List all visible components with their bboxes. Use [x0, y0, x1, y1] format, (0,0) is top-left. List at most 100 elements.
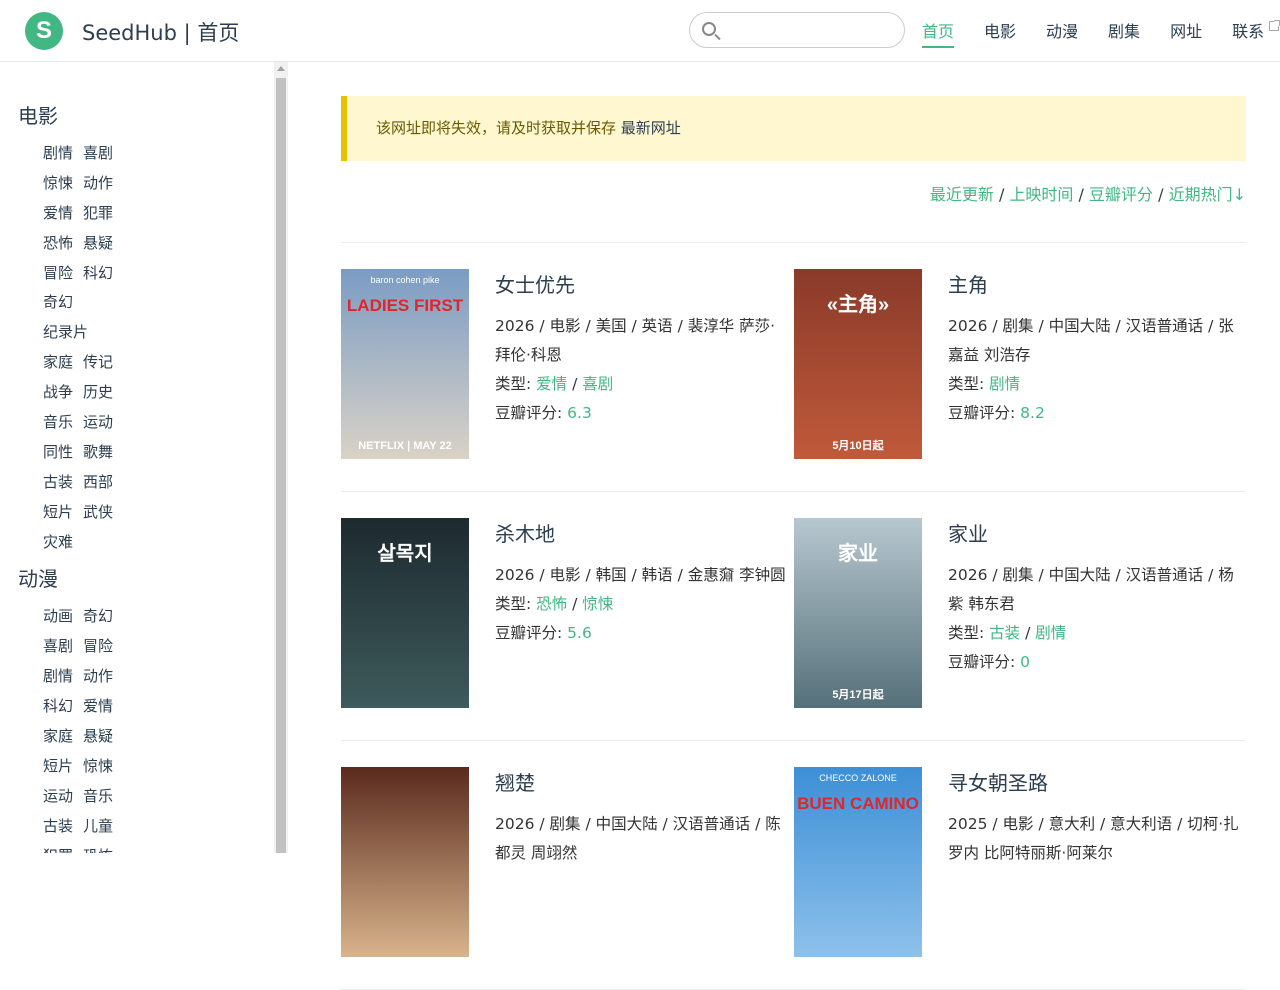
genre-label: 类型: — [495, 375, 537, 393]
sidebar-genre-link[interactable]: 动画 — [43, 607, 73, 625]
sidebar-genre-link[interactable]: 冒险 — [83, 637, 113, 655]
sidebar-genre-link[interactable]: 爱情 — [83, 697, 113, 715]
sidebar-genre-link[interactable]: 家庭 — [43, 353, 73, 371]
scroll-thumb[interactable] — [276, 78, 286, 853]
sidebar-genre-link[interactable]: 冒险 — [43, 264, 73, 282]
site-title[interactable]: SeedHub | 首页 — [82, 17, 239, 47]
sidebar-genre-link[interactable]: 悬疑 — [83, 234, 113, 252]
sidebar-genre-link[interactable]: 犯罪 — [83, 204, 113, 222]
notice-link[interactable]: 最新网址 — [621, 119, 681, 137]
poster-image[interactable] — [341, 767, 469, 957]
sidebar-genre-link[interactable]: 灾难 — [43, 533, 73, 551]
sidebar-genre-link[interactable]: 古装 — [43, 817, 73, 835]
sidebar-genre-link[interactable]: 武侠 — [83, 503, 113, 521]
sidebar-genre-link[interactable]: 悬疑 — [83, 727, 113, 745]
poster-art: CHECCO ZALONE BUEN CAMINO — [794, 767, 922, 957]
sidebar-genre-link[interactable]: 传记 — [83, 353, 113, 371]
sidebar-genre-link[interactable]: 短片 — [43, 503, 73, 521]
sidebar-row: 纪录片 — [43, 318, 287, 348]
sidebar-genre-link[interactable]: 战争 — [43, 383, 73, 401]
sidebar-genre-link[interactable]: 运动 — [43, 787, 73, 805]
sidebar-row: 短片 惊悚 — [43, 752, 287, 782]
genre-label: 类型: — [495, 595, 537, 613]
poster-art: 家业 5月17日起 — [794, 518, 922, 708]
genre-link[interactable]: 爱情 — [536, 375, 567, 393]
sidebar-genre-link[interactable]: 惊悚 — [83, 757, 113, 775]
sidebar-genre-link[interactable]: 恐怖 — [43, 234, 73, 252]
nav-series[interactable]: 剧集 — [1108, 18, 1140, 48]
sidebar-row: 灾难 — [43, 528, 287, 558]
genre-link[interactable]: 剧情 — [989, 375, 1020, 393]
nav-home[interactable]: 首页 — [922, 18, 955, 48]
media-meta: 2026 / 剧集 / 中国大陆 / 汉语普通话 / 杨紫 韩东君 — [948, 566, 1234, 613]
rating-value: 0 — [1020, 653, 1031, 671]
genre-link[interactable]: 惊悚 — [582, 595, 613, 613]
sidebar-heading-movies[interactable]: 电影 — [18, 100, 287, 129]
sidebar-genre-link[interactable]: 儿童 — [83, 817, 113, 835]
sidebar-scrollbar[interactable] — [274, 62, 288, 853]
sidebar-row: 惊悚 动作 — [43, 169, 287, 199]
media-title[interactable]: 家业 — [948, 518, 1242, 547]
poster-image[interactable]: 家业 5月17日起 — [794, 518, 922, 708]
genre-link[interactable]: 古装 — [989, 624, 1020, 642]
poster-image[interactable]: «主角» 5月10日起 — [794, 269, 922, 459]
media-genres: 类型: 古装 / 剧情 — [948, 619, 1242, 648]
sidebar-genre-link[interactable]: 喜剧 — [83, 144, 113, 162]
nav-anime[interactable]: 动漫 — [1046, 18, 1078, 48]
sidebar-genre-link[interactable]: 奇幻 — [83, 607, 113, 625]
sidebar-genre-link[interactable]: 恐怖 — [83, 847, 113, 853]
sort-option[interactable]: 近期热门↓ — [1169, 185, 1246, 204]
sidebar-genre-link[interactable]: 动作 — [83, 667, 113, 685]
sidebar-genre-link[interactable]: 纪录片 — [43, 323, 88, 341]
sidebar-genre-link[interactable]: 惊悚 — [43, 174, 73, 192]
poster-image[interactable]: baron cohen pike LADIES FIRST NETFLIX | MA… — [341, 269, 469, 459]
sidebar-row: 运动 音乐 — [43, 782, 287, 812]
sidebar-genre-link[interactable]: 剧情 — [43, 667, 73, 685]
nav-sites[interactable]: 网址 — [1170, 18, 1202, 48]
sidebar-genre-link[interactable]: 运动 — [83, 413, 113, 431]
media-title[interactable]: 寻女朝圣路 — [948, 767, 1242, 796]
sidebar-genre-link[interactable]: 短片 — [43, 757, 73, 775]
sort-option[interactable]: 最近更新 — [930, 185, 994, 204]
sidebar-genre-link[interactable]: 音乐 — [43, 413, 73, 431]
nav-contact[interactable]: 联系 — [1232, 18, 1280, 48]
sidebar-genre-link[interactable]: 西部 — [83, 473, 113, 491]
poster-image[interactable]: 살목지 — [341, 518, 469, 708]
rating-value: 5.6 — [567, 624, 592, 642]
sidebar-genre-link[interactable]: 家庭 — [43, 727, 73, 745]
sidebar-genre-link[interactable]: 同性 — [43, 443, 73, 461]
poster-art: baron cohen pike LADIES FIRST NETFLIX | MA… — [341, 269, 469, 459]
scroll-up-arrow-icon[interactable] — [277, 66, 285, 71]
sidebar-genre-link[interactable]: 科幻 — [83, 264, 113, 282]
media-title[interactable]: 翘楚 — [495, 767, 789, 796]
site-logo[interactable]: S — [25, 12, 63, 50]
sidebar-genre-link[interactable]: 歌舞 — [83, 443, 113, 461]
external-link-icon — [1269, 20, 1280, 31]
genre-link[interactable]: 恐怖 — [536, 595, 567, 613]
sidebar-row: 家庭 传记 — [43, 348, 287, 378]
media-rating: 豆瓣评分: 5.6 — [495, 619, 789, 648]
sidebar-genre-link[interactable]: 历史 — [83, 383, 113, 401]
sidebar-genre-link[interactable]: 喜剧 — [43, 637, 73, 655]
sidebar-genre-link[interactable]: 奇幻 — [43, 293, 73, 311]
sidebar-genre-link[interactable]: 犯罪 — [43, 847, 73, 853]
sidebar-genre-link[interactable]: 音乐 — [83, 787, 113, 805]
sidebar-genre-link[interactable]: 爱情 — [43, 204, 73, 222]
poster-image[interactable]: CHECCO ZALONE BUEN CAMINO — [794, 767, 922, 957]
rating-value: 8.2 — [1020, 404, 1045, 422]
sidebar-genre-link[interactable]: 动作 — [83, 174, 113, 192]
sidebar-genre-link[interactable]: 古装 — [43, 473, 73, 491]
sidebar-heading-anime[interactable]: 动漫 — [18, 563, 287, 592]
media-title[interactable]: 杀木地 — [495, 518, 789, 547]
media-title[interactable]: 主角 — [948, 269, 1242, 298]
sort-option[interactable]: 豆瓣评分 — [1089, 185, 1153, 204]
genre-link[interactable]: 剧情 — [1035, 624, 1066, 642]
poster-text: 家业 — [838, 541, 878, 565]
sidebar-genre-link[interactable]: 剧情 — [43, 144, 73, 162]
media-title[interactable]: 女士优先 — [495, 269, 789, 298]
genre-link[interactable]: 喜剧 — [582, 375, 613, 393]
search-input[interactable] — [689, 12, 905, 48]
nav-movies[interactable]: 电影 — [984, 18, 1016, 48]
sidebar-genre-link[interactable]: 科幻 — [43, 697, 73, 715]
sort-option[interactable]: 上映时间 — [1009, 185, 1073, 204]
